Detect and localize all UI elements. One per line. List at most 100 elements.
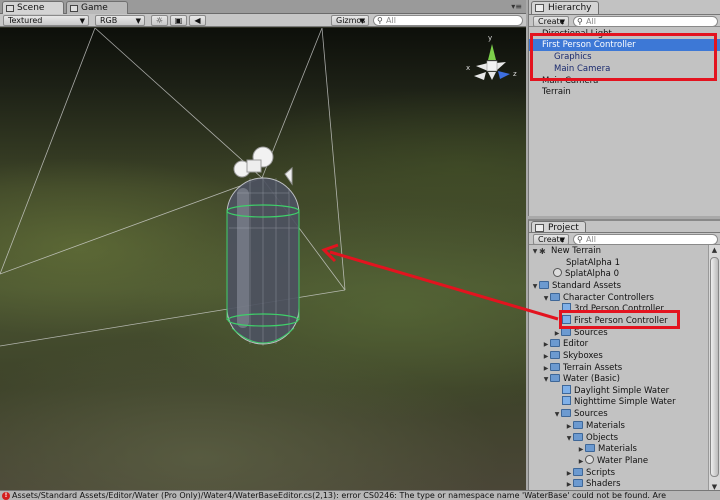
svg-text:z: z [513, 70, 517, 78]
hierarchy-item-terrain[interactable]: Terrain [529, 86, 720, 98]
project-scrollbar[interactable]: ▲ ▼ [708, 245, 720, 492]
project-item-materials[interactable]: ▶ Materials [529, 420, 707, 432]
project-item-objects-materials[interactable]: ▶ Materials [529, 443, 707, 455]
project-item-label: Standard Assets [552, 281, 622, 291]
hierarchy-title: Hierarchy [548, 3, 592, 13]
project-item-label: Materials [598, 444, 637, 454]
project-item-label: Daylight Simple Water [574, 386, 670, 396]
panel-menu-icon[interactable]: ▾≡ [511, 2, 522, 11]
scene-panel: Scene Game ▾≡ Textured ▼ RGB ▼ ☼ ▣ ◀ Giz… [0, 0, 526, 490]
project-item-label: Shaders [586, 479, 621, 489]
color-mode-dropdown[interactable]: RGB ▼ [95, 15, 145, 26]
scene-viewport[interactable]: y z x [0, 28, 526, 490]
folder-icon [550, 363, 560, 371]
character-capsule[interactable] [226, 176, 300, 346]
hierarchy-toolbar: Create ▼ ⚲ All [529, 14, 720, 27]
scrollbar-thumb[interactable] [710, 257, 719, 477]
tab-game-label: Game [81, 3, 108, 13]
chevron-down-icon: ▼ [359, 17, 365, 25]
gizmos-dropdown[interactable]: Gizmos ▼ [331, 15, 369, 26]
search-icon: ⚲ [377, 16, 383, 25]
project-item-label: New Terrain [551, 246, 602, 256]
folder-icon [585, 444, 595, 452]
chevron-down-icon: ▼ [559, 18, 565, 26]
project-item-new-terrain[interactable]: ▼ ✱ New Terrain [529, 245, 707, 257]
project-tab-icon [535, 224, 544, 232]
orientation-gizmo-icon[interactable]: y z x [466, 34, 517, 80]
audio-toggle-button[interactable]: ◀ [189, 15, 206, 26]
project-item-water-basic[interactable]: ▼ Water (Basic) [529, 373, 707, 385]
hierarchy-tab-icon [535, 4, 544, 12]
project-search-placeholder: All [586, 235, 596, 244]
unity-asset-icon: ✱ [539, 247, 546, 256]
project-item-label: SplatAlpha 0 [565, 269, 619, 279]
project-toolbar: Create ▼ ⚲ All [529, 232, 720, 245]
folder-icon [539, 281, 549, 289]
image-toggle-button[interactable]: ▣ [170, 15, 187, 26]
tab-scene[interactable]: Scene [2, 1, 64, 14]
scroll-up-icon[interactable]: ▲ [710, 245, 719, 255]
svg-text:x: x [466, 64, 470, 72]
search-icon: ⚲ [577, 17, 583, 26]
project-item-label: Skyboxes [563, 351, 603, 361]
error-icon: ! [2, 492, 10, 500]
project-item-label: Editor [563, 339, 589, 349]
render-mode-value: Textured [8, 16, 43, 25]
tab-hierarchy[interactable]: Hierarchy [531, 1, 599, 14]
mesh-icon [585, 455, 594, 464]
project-item-label: SplatAlpha 1 [566, 258, 620, 268]
hierarchy-highlight-box [530, 33, 717, 81]
project-search-input[interactable]: ⚲ All [573, 234, 718, 245]
project-item-label: Sources [574, 409, 608, 419]
project-highlight-box [559, 310, 680, 329]
project-item-label: Terrain Assets [563, 363, 623, 373]
project-item-label: Sources [574, 328, 608, 338]
scene-tabbar: Scene Game ▾≡ [0, 0, 526, 14]
project-item-label: Materials [586, 421, 625, 431]
circle-icon [553, 268, 562, 277]
prefab-icon [562, 385, 571, 394]
project-item-water-sources[interactable]: ▼ Sources [529, 408, 707, 420]
project-item-editor[interactable]: ▶ Editor [529, 338, 707, 350]
scene-tab-icon [6, 5, 14, 12]
scene-toolbar: Textured ▼ RGB ▼ ☼ ▣ ◀ Gizmos ▼ ⚲ All [0, 14, 526, 27]
folder-icon [550, 339, 560, 347]
project-panel: Project Create ▼ ⚲ All ▼ ✱ New Terrain Spl… [528, 219, 720, 492]
folder-icon [561, 409, 571, 417]
svg-text:y: y [488, 34, 492, 42]
project-item-label: Scripts [586, 468, 616, 478]
project-create-button[interactable]: Create ▼ [533, 234, 569, 245]
folder-icon [550, 293, 560, 301]
color-mode-value: RGB [100, 16, 118, 25]
prefab-icon [562, 396, 571, 405]
folder-icon [573, 421, 583, 429]
project-item-skyboxes[interactable]: ▶ Skyboxes [529, 350, 707, 362]
search-icon: ⚲ [577, 235, 583, 244]
project-item-water-plane[interactable]: ▶ Water Plane [529, 455, 707, 467]
folder-icon [573, 468, 583, 476]
folder-icon [550, 374, 560, 382]
project-item-shaders[interactable]: ▶ Shaders [529, 478, 707, 490]
hierarchy-item-label: Terrain [542, 87, 571, 97]
tab-game[interactable]: Game [66, 1, 128, 14]
scene-search-input[interactable]: ⚲ All [373, 15, 523, 26]
folder-icon [573, 479, 583, 487]
folder-icon [573, 433, 583, 441]
hierarchy-create-button[interactable]: Create ▼ [533, 16, 569, 27]
project-item-label: Water Plane [597, 456, 649, 466]
render-mode-dropdown[interactable]: Textured ▼ [3, 15, 89, 26]
project-item-label: Nighttime Simple Water [574, 397, 676, 407]
project-tree: ▼ ✱ New Terrain SplatAlpha 1 SplatAlpha 0 … [529, 245, 707, 492]
folder-icon [561, 328, 571, 336]
project-item-splatalpha-0[interactable]: SplatAlpha 0 [529, 268, 707, 280]
folder-icon [550, 351, 560, 359]
console-status-bar[interactable]: ! Assets/Standard Assets/Editor/Water (P… [0, 490, 720, 500]
project-item-label: Character Controllers [563, 293, 654, 303]
project-item-standard-assets[interactable]: ▼ Standard Assets [529, 280, 707, 292]
hierarchy-search-placeholder: All [586, 17, 596, 26]
scene-search-placeholder: All [386, 16, 396, 25]
project-item-nighttime-simple-water[interactable]: Nighttime Simple Water [529, 396, 707, 408]
hierarchy-search-input[interactable]: ⚲ All [573, 16, 718, 27]
chevron-down-icon: ▼ [559, 236, 565, 244]
lighting-toggle-button[interactable]: ☼ [151, 15, 168, 26]
